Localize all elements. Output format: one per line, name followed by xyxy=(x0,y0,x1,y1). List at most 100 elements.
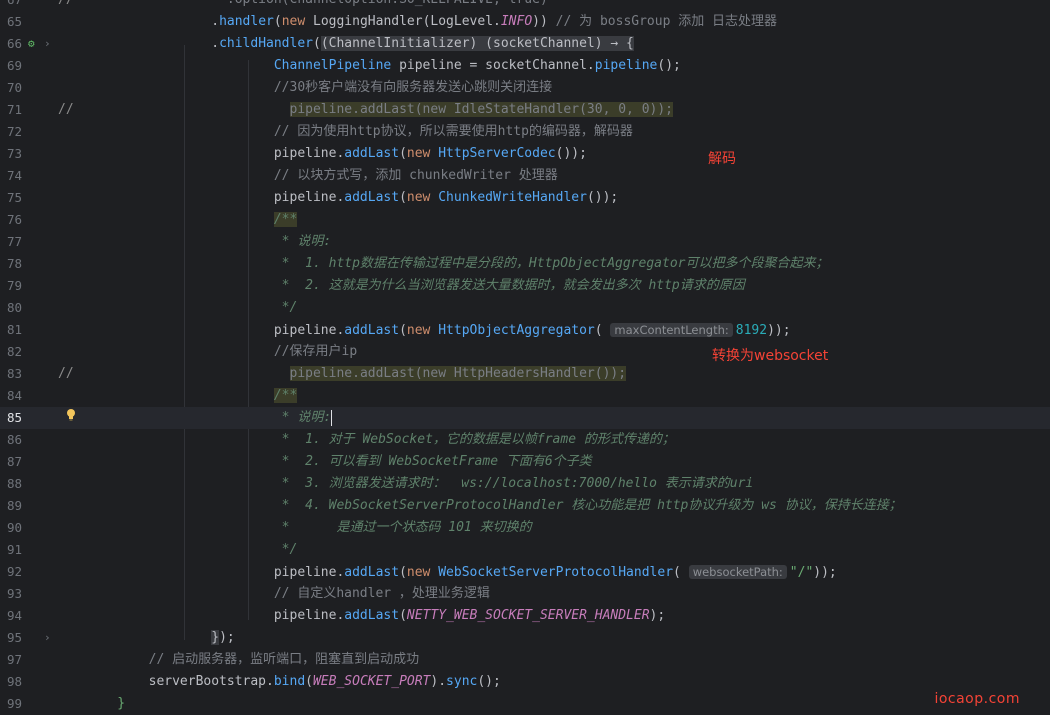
code-text: * 1. 对于 WebSocket，它的数据是以帧frame 的形式传递的； xyxy=(86,429,675,451)
code-token: (); xyxy=(477,674,501,689)
code-text: * 说明: xyxy=(86,407,333,429)
code-line[interactable]: 92 pipeline.addLast(new WebSocketServerP… xyxy=(0,561,1050,583)
code-line[interactable]: 70 //30秒客户端没有向服务器发送心跳则关闭连接 xyxy=(0,77,1050,99)
code-token: ( xyxy=(399,608,407,623)
code-token: ( xyxy=(399,323,407,338)
code-line[interactable]: 79 * 2. 这就是为什么当浏览器发送大量数据时，就会发出多次 http请求的… xyxy=(0,275,1050,297)
line-number: 71 xyxy=(6,102,22,117)
code-token: ChunkedWriteHandler xyxy=(438,190,587,205)
code-line[interactable]: 84 /** xyxy=(0,385,1050,407)
fold-chevron-icon[interactable]: › xyxy=(44,33,51,55)
code-line[interactable]: 72 // 因为使用http协议，所以需要使用http的编码器，解码器 xyxy=(0,121,1050,143)
code-line[interactable]: 65 .handler(new LoggingHandler(LogLevel.… xyxy=(0,11,1050,33)
line-number: 73 xyxy=(6,146,22,161)
line-number: 66 xyxy=(6,36,22,51)
code-text: serverBootstrap.bind(WEB_SOCKET_PORT).sy… xyxy=(86,671,501,693)
code-line[interactable]: 76 /** xyxy=(0,209,1050,231)
code-token: addLast xyxy=(344,190,400,205)
code-token: //保存用户ip xyxy=(273,344,358,359)
code-line[interactable]: 83 // pipeline.addLast(new HttpHeadersHan… xyxy=(0,363,1050,385)
code-token: //30秒客户端没有向服务器发送心跳则关闭连接 xyxy=(273,80,553,95)
text-caret xyxy=(331,409,333,426)
code-line[interactable]: 93 // 自定义handler ，处理业务逻辑 xyxy=(0,583,1050,605)
code-line[interactable]: 66 ⚙ › .childHandler((ChannelInitializer) … xyxy=(0,33,1050,55)
code-token: pipeline. xyxy=(86,565,345,580)
code-token: ( xyxy=(312,36,321,51)
code-token: // 为 bossGroup 添加 日志处理器 xyxy=(555,14,778,29)
code-token: )) xyxy=(532,14,556,29)
line-number: 80 xyxy=(6,300,22,315)
code-token: ). xyxy=(430,674,447,689)
code-line[interactable]: 90 * 是通过一个状态码 101 来切换的 xyxy=(0,517,1050,539)
code-token: . xyxy=(86,14,220,29)
code-line[interactable]: 69 ChannelPipeline pipeline = socketChan… xyxy=(0,55,1050,77)
code-line[interactable]: 89 * 4. WebSocketServerProtocolHandler 核… xyxy=(0,495,1050,517)
code-line[interactable]: 87 * 2. 可以看到 WebSocketFrame 下面有6个子类 xyxy=(0,451,1050,473)
line-number: 85 xyxy=(6,410,22,425)
code-text: pipeline.addLast(new IdleStateHandler(30… xyxy=(86,99,674,121)
code-text: .childHandler((ChannelInitializer) (sock… xyxy=(86,33,634,55)
code-token: WebSocketServerProtocolHandler xyxy=(438,565,674,580)
code-token: )); xyxy=(813,565,837,580)
code-token: */ xyxy=(86,542,298,557)
code-token: )); xyxy=(767,323,791,338)
code-token: ( xyxy=(399,190,407,205)
code-token: pipeline. xyxy=(86,323,345,338)
code-token: pipeline.addLast(new HttpHeadersHandler(… xyxy=(289,366,627,381)
fold-chevron-icon[interactable]: › xyxy=(44,627,51,649)
code-line[interactable]: 82 //保存用户ip xyxy=(0,341,1050,363)
line-number: 92 xyxy=(6,564,22,579)
code-line[interactable]: 73 pipeline.addLast(new HttpServerCodec(… xyxy=(0,143,1050,165)
code-text: pipeline.addLast(new HttpServerCodec()); xyxy=(86,143,587,165)
code-line[interactable]: 77 * 说明: xyxy=(0,231,1050,253)
code-line[interactable]: 86 * 1. 对于 WebSocket，它的数据是以帧frame 的形式传递的… xyxy=(0,429,1050,451)
code-line[interactable]: 81 pipeline.addLast(new HttpObjectAggreg… xyxy=(0,319,1050,341)
code-line[interactable]: 94 pipeline.addLast(NETTY_WEB_SOCKET_SER… xyxy=(0,605,1050,627)
code-token: .option(ChannelOption.SO_KEEPALIVE, true… xyxy=(86,0,548,7)
code-text: * 2. 这就是为什么当浏览器发送大量数据时，就会发出多次 http请求的原因 xyxy=(86,275,745,297)
line-number: 69 xyxy=(6,58,22,73)
code-token: NETTY_WEB_SOCKET_SERVER_HANDLER xyxy=(406,608,650,623)
code-line[interactable]: 98 serverBootstrap.bind(WEB_SOCKET_PORT)… xyxy=(0,671,1050,693)
code-text: /** xyxy=(86,209,298,231)
code-token: new xyxy=(406,146,439,161)
line-number: 99 xyxy=(6,696,22,711)
code-token: /** xyxy=(273,212,298,227)
code-token: ( xyxy=(399,146,407,161)
code-token: serverBootstrap. xyxy=(86,674,274,689)
parameter-hint: maxContentLength: xyxy=(610,323,733,337)
code-token: ( xyxy=(305,674,313,689)
code-text: pipeline.addLast(new ChunkedWriteHandler… xyxy=(86,187,618,209)
code-line[interactable]: 75 pipeline.addLast(new ChunkedWriteHand… xyxy=(0,187,1050,209)
code-line[interactable]: 99 } xyxy=(0,693,1050,715)
code-token: HttpServerCodec xyxy=(438,146,556,161)
code-text: ChannelPipeline pipeline = socketChannel… xyxy=(86,55,681,77)
code-token: * 2. 可以看到 WebSocketFrame 下面有6个子类 xyxy=(86,454,592,469)
code-text: pipeline.addLast(new HttpHeadersHandler(… xyxy=(86,363,627,385)
code-line[interactable]: 97 // 启动服务器，监听端口，阻塞直到启动成功 xyxy=(0,649,1050,671)
code-token: pipeline. xyxy=(86,190,345,205)
code-line[interactable]: 91 */ xyxy=(0,539,1050,561)
lightbulb-icon[interactable] xyxy=(66,407,76,421)
line-number: 97 xyxy=(6,652,22,667)
code-line[interactable]: 71 // pipeline.addLast(new IdleStateHandl… xyxy=(0,99,1050,121)
code-line[interactable]: 85 * 说明: xyxy=(0,407,1050,429)
override-icon[interactable]: ⚙ xyxy=(28,33,35,55)
code-token: new xyxy=(406,323,439,338)
code-text: // 以块方式写，添加 chunkedWriter 处理器 xyxy=(86,165,558,187)
code-line[interactable]: 74 // 以块方式写，添加 chunkedWriter 处理器 xyxy=(0,165,1050,187)
code-token: 8192 xyxy=(735,323,768,338)
code-text: * 4. WebSocketServerProtocolHandler 核心功能… xyxy=(86,495,902,517)
line-number: 95 xyxy=(6,630,22,645)
code-text: }); xyxy=(86,627,235,649)
code-line[interactable]: 78 * 1. http数据在传输过程中是分段的，HttpObjectAggre… xyxy=(0,253,1050,275)
code-text: */ xyxy=(86,297,298,319)
code-line[interactable]: 67 // .option(ChannelOption.SO_KEEPALIVE,… xyxy=(0,0,1050,11)
code-line[interactable]: 95 › }); xyxy=(0,627,1050,649)
line-number: 67 xyxy=(0,0,22,11)
code-line[interactable]: 80 */ xyxy=(0,297,1050,319)
code-line[interactable]: 88 * 3. 浏览器发送请求时： ws://localhost:7000/he… xyxy=(0,473,1050,495)
line-number: 81 xyxy=(6,322,22,337)
code-token: . xyxy=(86,36,220,51)
code-token: } xyxy=(211,630,220,645)
